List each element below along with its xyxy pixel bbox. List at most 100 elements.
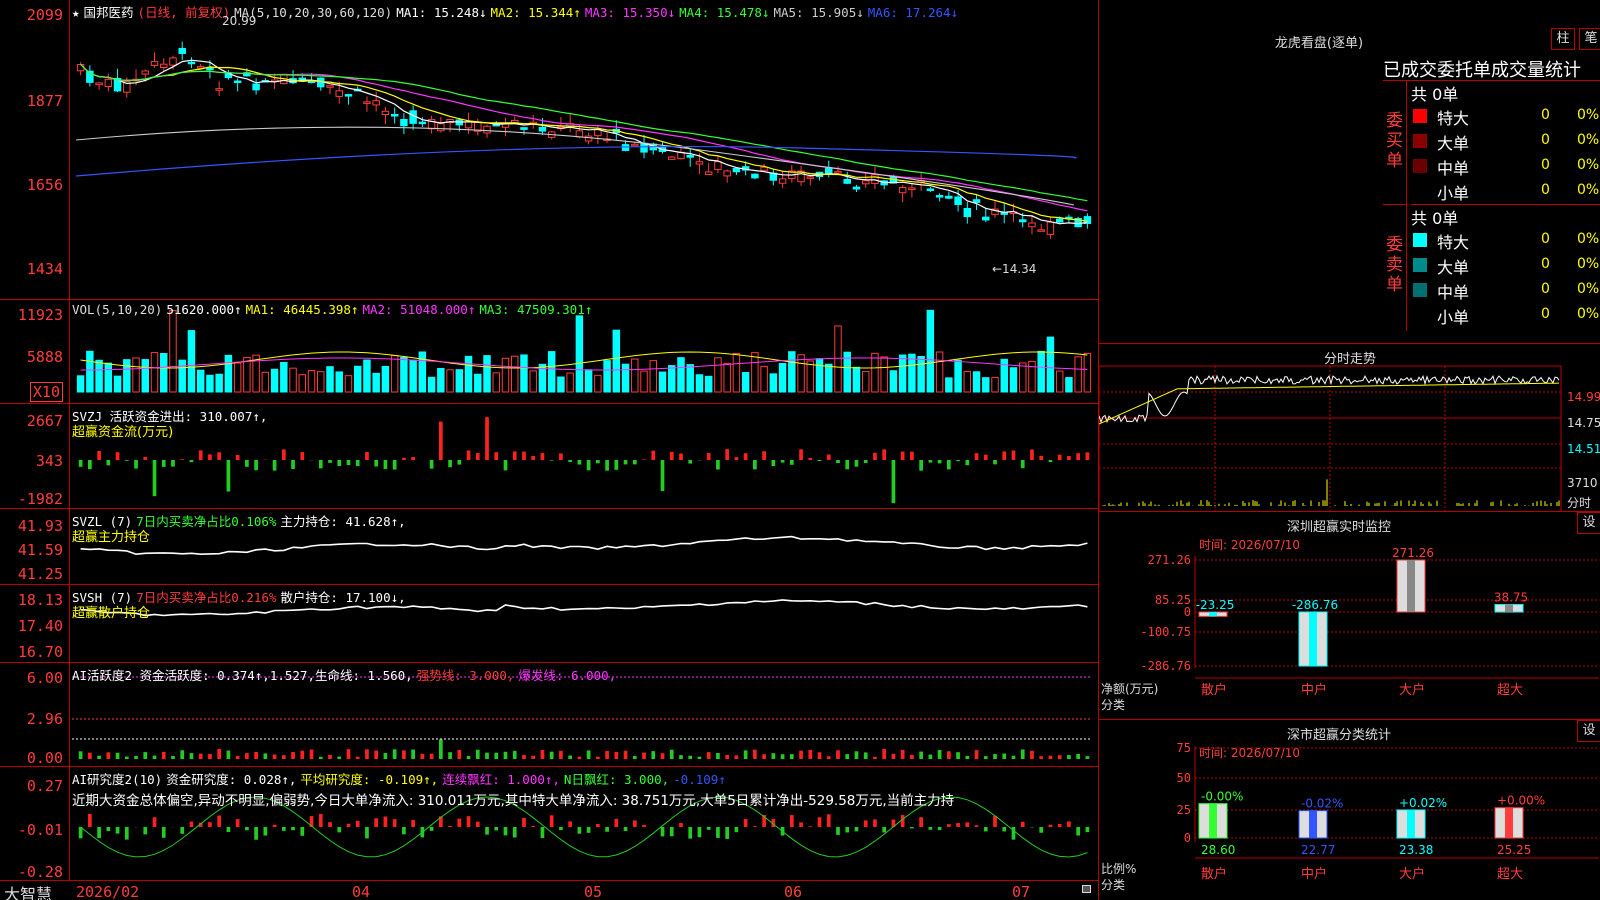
volume-bar [1046, 336, 1055, 393]
ai-research-panel[interactable]: 0.27 -0.01 -0.28 AI研究度2(10) 资金研究度: 0.028↑… [0, 767, 1098, 881]
flow-bar [226, 460, 231, 492]
activity-bar [180, 750, 185, 759]
research-bar [632, 820, 637, 827]
candlestick-chart[interactable] [0, 0, 1098, 300]
row-pct: 0% [1577, 157, 1600, 173]
volume-bar [1055, 370, 1064, 393]
row-pct: 0% [1577, 132, 1600, 148]
flow-bar [512, 451, 517, 460]
svzl-hold: 主力持仓: 41.628↑, [280, 514, 406, 529]
net-amount-chart[interactable]: 271.2685.250-100.75-286.76-23.25散户-286.7… [1099, 512, 1600, 720]
flow-bar [688, 460, 693, 464]
dragon-tiger-panel[interactable]: 龙虎看盘(逐单) 柱 笔 已成交委托单成交量统计 委买单 委卖单 共 0单 特大 0… [1098, 0, 1600, 344]
intraday-panel[interactable]: 分时走势 14.99 14.75 14.51 3710 分时 [1098, 344, 1600, 512]
candle-body [1028, 222, 1036, 228]
research-bar [660, 827, 665, 837]
volume-bar [113, 375, 122, 393]
activity-bar [568, 755, 572, 759]
value-label: 38.75 [1494, 591, 1528, 605]
bar-view-button[interactable]: 柱 [1551, 28, 1575, 50]
tick-view-button[interactable]: 笔 [1579, 28, 1600, 50]
activity-bar [780, 754, 785, 759]
flow-bar [826, 454, 831, 460]
research-bar [734, 827, 739, 833]
volume-bar [723, 362, 731, 393]
realtime-monitor-panel[interactable]: 深圳超赢实时监控 设 时间: 2026/07/10 271.26 85.25 0 -1… [1098, 512, 1600, 720]
category-stats-panel[interactable]: 深市超赢分类统计 设 时间: 2026/07/10 75 50 25 0 -0.00% 2… [1098, 720, 1600, 900]
candle-body [963, 207, 972, 218]
ai-activity-panel[interactable]: 6.00 2.96 0.00 AI活跃度2 资金活跃度: 0.374↑,1.52… [0, 663, 1098, 767]
flow-bar [817, 460, 822, 462]
row-pct: 0% [1577, 231, 1600, 247]
research-bar [235, 819, 240, 827]
volume-bar [704, 375, 713, 393]
research-bar [974, 825, 979, 827]
research-bar [494, 827, 499, 831]
activity-bar [660, 753, 665, 759]
volume-bar [446, 369, 454, 393]
svsh-panel[interactable]: 18.13 17.40 16.70 SVSH (7) 7日内买卖净占比0.216%… [0, 585, 1098, 663]
volume-panel[interactable]: 11923 5888 X10 VOL(5,10,20) 51620.000↑ MA1… [0, 300, 1098, 404]
category-label: 大户 [1399, 682, 1425, 698]
research-bar [512, 827, 517, 838]
svzj-panel[interactable]: 2667 343 -1982 SVZJ 活跃资金进出: 310.007↑, 超赢… [0, 404, 1098, 509]
ai2-r3: 连续飘红: 1.000↑, [442, 772, 560, 787]
research-bar [281, 827, 286, 831]
activity-bar [226, 750, 231, 759]
research-bar [124, 827, 129, 840]
volume-bar [335, 371, 343, 393]
ai2-r4: N日飘红: 3.000, [563, 772, 670, 787]
svzj-sub: 超赢资金流(万元) [72, 425, 174, 440]
research-bar [910, 827, 914, 829]
flow-bar [568, 460, 572, 462]
activity-bar [688, 755, 693, 759]
candle-body [852, 186, 861, 190]
star-icon[interactable]: ★ [72, 5, 80, 20]
candle-body [843, 178, 851, 184]
activity-bar [420, 753, 425, 759]
activity-bar [586, 750, 591, 759]
lock-icon[interactable] [1082, 885, 1091, 893]
total-orders: 共 0单 [1411, 209, 1459, 228]
activity-bar [946, 751, 951, 759]
activity-bar [623, 750, 628, 759]
flow-bar [208, 454, 212, 460]
svzl-panel[interactable]: 41.93 41.59 41.25 SVZL (7) 7日内买卖净占比0.106%… [0, 509, 1098, 585]
research-bar [457, 818, 462, 827]
candle-body [908, 187, 916, 190]
candle-body [400, 118, 408, 127]
volume-bar [917, 356, 925, 393]
activity-bar [124, 756, 129, 759]
kline-panel[interactable]: 2099 1877 1656 1434 ★ 国邦医药 (日线, 前复权) MA(5,1… [0, 0, 1098, 300]
volume-bar [178, 359, 186, 393]
kline-info: ★ 国邦医药 (日线, 前复权) MA(5,10,20,30,60,120) MA1: … [72, 2, 962, 21]
intraday-chart[interactable] [1099, 344, 1600, 512]
ma-label: MA(5,10,20,30,60,120) [234, 5, 393, 20]
activity-bar [355, 756, 360, 759]
flow-bar [124, 460, 129, 461]
research-bar [845, 827, 850, 833]
candle-body [695, 161, 704, 165]
candle-body [233, 80, 242, 84]
ratio-chart[interactable]: 75 50 25 0 -0.00% 28.60 散户 -0.02% 22.77 中户 +0.02% 2… [1099, 720, 1600, 900]
activity-bar [1067, 755, 1071, 759]
svsh-p7: 7日内买卖净占比0.216% [136, 590, 277, 605]
flow-bar [88, 460, 92, 470]
flow-bar [808, 458, 813, 460]
candle-body [187, 61, 196, 65]
activity-bar [549, 751, 554, 759]
x-label: 07 [1012, 883, 1031, 900]
activity-bar [254, 751, 258, 759]
flow-bar [725, 449, 730, 460]
ai2-r2: 平均研究度: -0.109↑, [300, 772, 439, 787]
research-bar [669, 827, 674, 837]
research-bar [854, 827, 859, 832]
y-label: 14.99 [1567, 390, 1600, 404]
candle-body [326, 85, 334, 88]
activity-bar [1002, 753, 1007, 759]
volume-bar [982, 377, 990, 393]
candle-body [538, 126, 547, 132]
flow-bar [180, 459, 185, 460]
ma6-value: MA6: 17.264↓ [867, 5, 959, 20]
volume-bar [945, 377, 953, 393]
